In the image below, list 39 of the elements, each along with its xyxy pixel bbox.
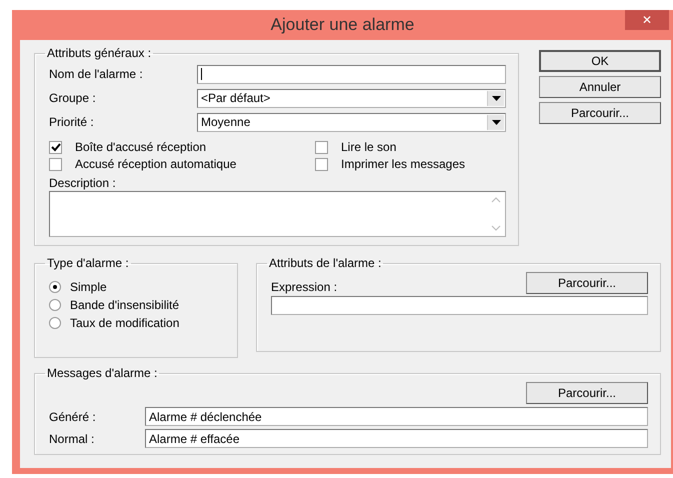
group-title: Type d'alarme : — [46, 256, 130, 270]
group-title: Attributs de l'alarme : — [268, 256, 382, 270]
radio-label: Taux de modification — [70, 316, 180, 330]
checkbox-label: Accusé réception automatique — [75, 157, 236, 171]
browse-button[interactable]: Parcourir... — [526, 272, 648, 294]
name-input[interactable] — [197, 64, 506, 84]
close-button[interactable]: ✕ — [625, 10, 669, 30]
field-label: Expression : — [271, 280, 338, 294]
group-dropdown[interactable]: <Par défaut> — [197, 88, 506, 108]
message-input[interactable]: Alarme # effacée — [145, 429, 648, 448]
radio-button[interactable] — [49, 317, 61, 329]
group-title: Messages d'alarme : — [46, 366, 158, 380]
field-label: Groupe : — [49, 91, 97, 105]
field-label: Description : — [49, 176, 116, 190]
radio-button[interactable] — [49, 299, 61, 311]
field-label: Normal : — [49, 432, 96, 446]
checkbox[interactable] — [49, 158, 62, 170]
dialog-button[interactable]: Parcourir... — [539, 102, 661, 124]
radio-label: Bande d'insensibilité — [70, 298, 180, 312]
checkbox-label: Boîte d'accusé réception — [75, 140, 206, 154]
checkbox-label: Lire le son — [341, 140, 396, 154]
radio-button[interactable] — [49, 281, 61, 293]
window-title: Ajouter une alarme — [270, 15, 414, 35]
checkbox[interactable] — [315, 158, 328, 170]
radio-label: Simple — [70, 280, 107, 294]
expression-input[interactable] — [271, 296, 648, 315]
field-label: Généré : — [49, 410, 97, 424]
group-title: Attributs généraux : — [46, 46, 152, 60]
browse-button[interactable]: Parcourir... — [526, 382, 648, 404]
field-label: Nom de l'alarme : — [49, 67, 144, 81]
message-input[interactable]: Alarme # déclenchée — [145, 407, 648, 426]
dialog-button[interactable]: OK — [539, 50, 661, 72]
checkbox[interactable] — [315, 140, 328, 154]
field-label: Priorité : — [49, 115, 95, 129]
description-textarea[interactable] — [49, 191, 506, 237]
dialog-button[interactable]: Annuler — [539, 76, 661, 98]
checkbox[interactable] — [49, 140, 62, 154]
priority-dropdown[interactable]: Moyenne — [197, 112, 506, 132]
checkbox-label: Imprimer les messages — [341, 157, 466, 171]
